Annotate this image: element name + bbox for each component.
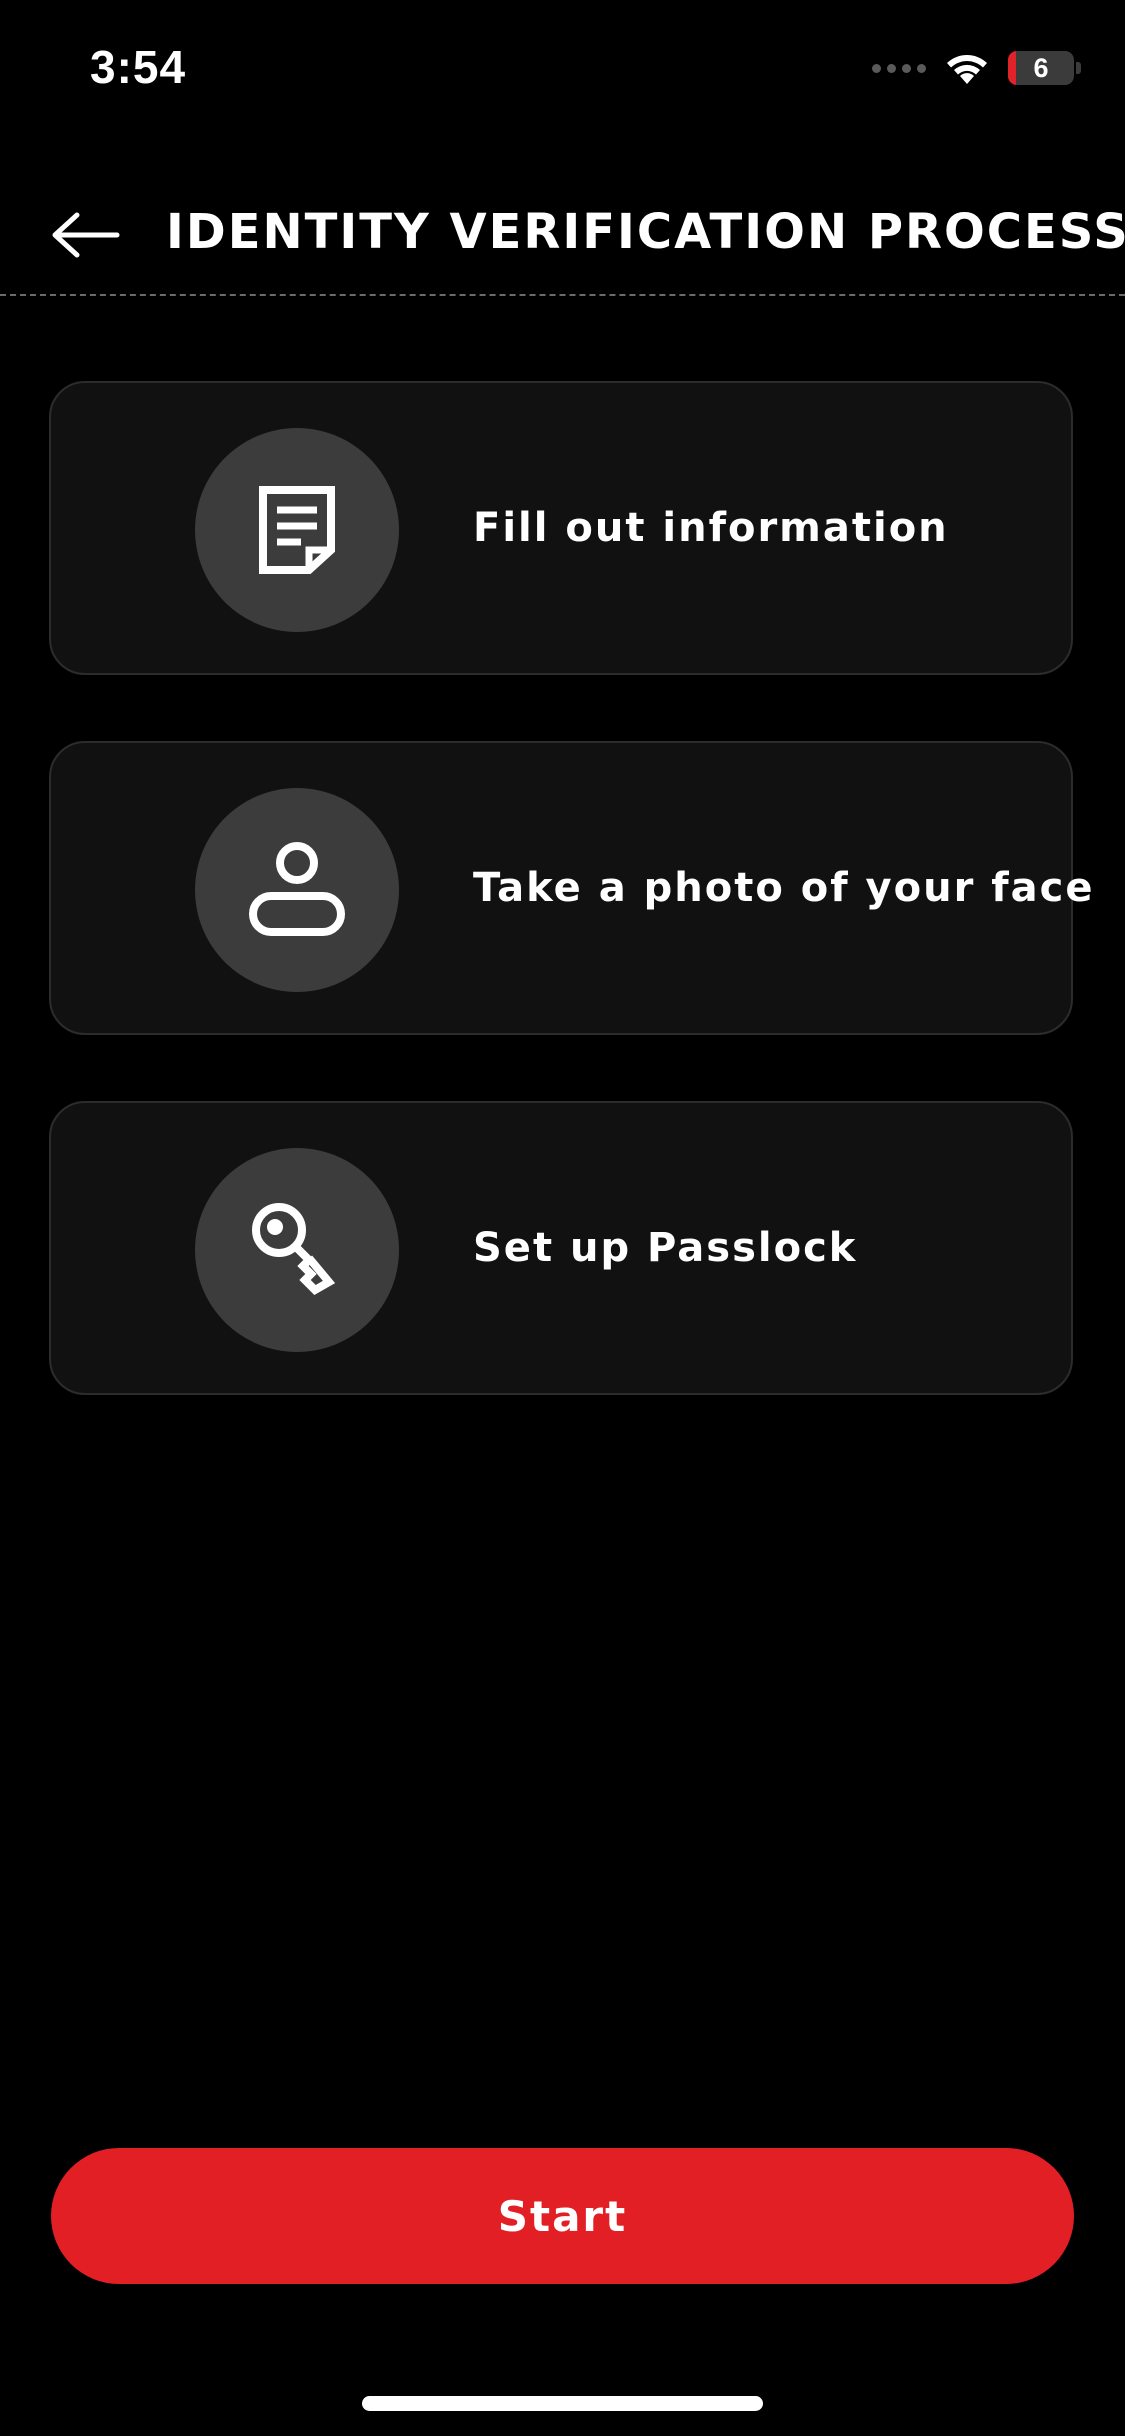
step-icon-circle xyxy=(195,788,399,992)
step-label: Set up Passlock xyxy=(473,1225,858,1271)
step-icon-circle xyxy=(195,428,399,632)
arrow-left-icon xyxy=(52,212,120,258)
wifi-icon xyxy=(944,51,990,85)
key-icon xyxy=(252,1203,336,1295)
step-card-fill-out-information[interactable]: Fill out information xyxy=(49,381,1073,675)
battery-cap xyxy=(1076,62,1081,74)
step-label: Take a photo of your face xyxy=(473,865,1095,911)
step-card-take-photo[interactable]: Take a photo of your face xyxy=(49,741,1092,1035)
step-label: Fill out information xyxy=(473,505,949,551)
status-indicators: 6 xyxy=(872,46,1081,90)
status-bar: 3:54 6 xyxy=(0,0,1125,140)
header: IDENTITY VERIFICATION PROCESS xyxy=(0,170,1125,296)
battery-icon: 6 xyxy=(1008,51,1074,85)
header-divider xyxy=(0,294,1125,296)
step-icon-circle xyxy=(195,1148,399,1352)
cellular-signal-icon xyxy=(872,63,926,73)
page-title: IDENTITY VERIFICATION PROCESS xyxy=(166,204,1125,260)
person-icon xyxy=(249,842,345,936)
battery-level: 6 xyxy=(1033,52,1049,83)
step-card-set-up-passlock[interactable]: Set up Passlock xyxy=(49,1101,1073,1395)
start-button[interactable]: Start xyxy=(51,2148,1074,2284)
document-icon xyxy=(259,486,335,574)
status-time: 3:54 xyxy=(90,41,187,93)
home-indicator[interactable] xyxy=(362,2396,763,2411)
back-button[interactable] xyxy=(40,190,130,280)
